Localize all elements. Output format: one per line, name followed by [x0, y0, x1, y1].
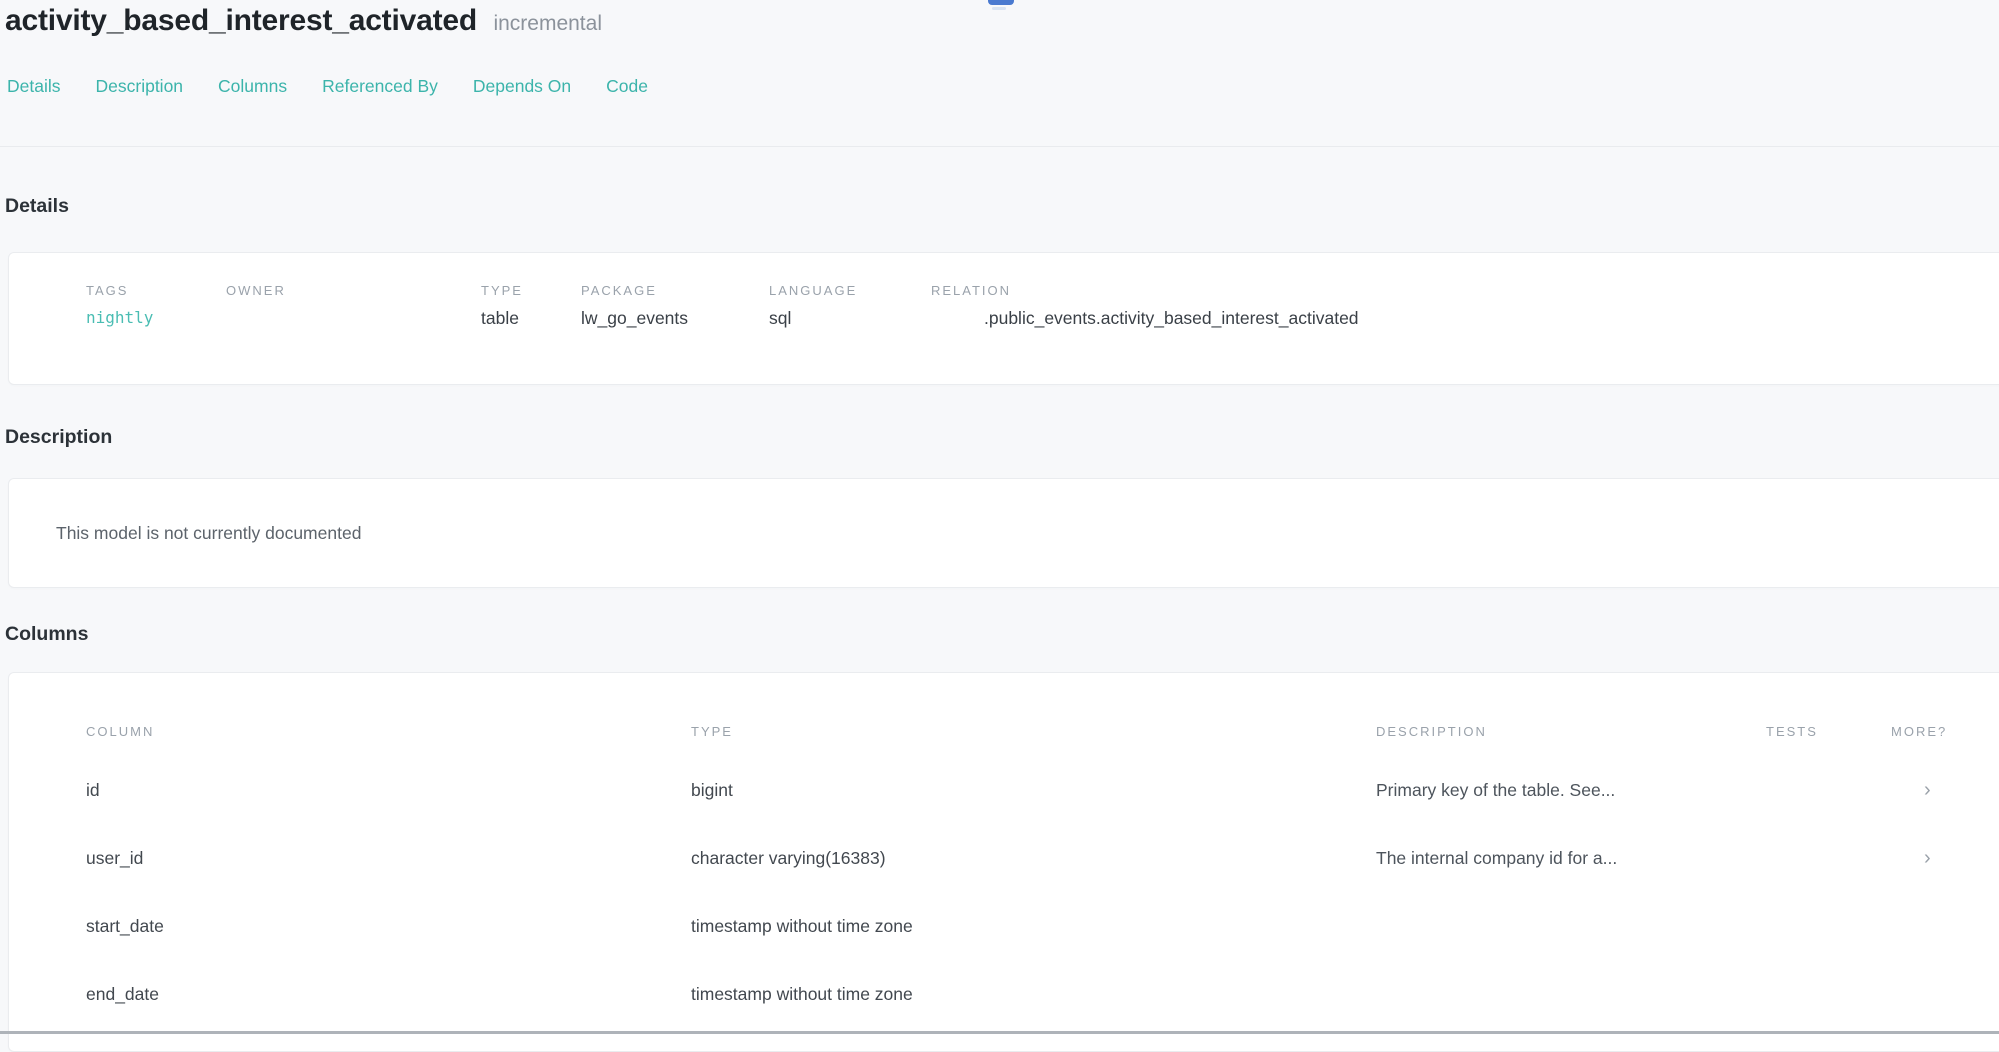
expand-row-chevron-icon[interactable]: › — [1891, 848, 1991, 868]
nav-item-code[interactable]: Code — [606, 76, 648, 97]
page-title: activity_based_interest_activated — [5, 4, 477, 37]
col-header-type: TYPE — [691, 724, 1376, 739]
cell-column-description: The internal company id for a... — [1376, 848, 1766, 869]
field-label-language: LANGUAGE — [769, 283, 931, 298]
description-text: This model is not currently documented — [9, 479, 1999, 544]
nav-item-depends-on[interactable]: Depends On — [473, 76, 571, 97]
cell-column-name: id — [86, 780, 691, 801]
field-language: LANGUAGE sql — [769, 283, 931, 329]
field-package: PACKAGE lw_go_events — [581, 283, 769, 329]
field-label-type: TYPE — [481, 283, 581, 298]
table-row[interactable]: end_date timestamp without time zone — [86, 960, 1999, 1028]
field-value-package: lw_go_events — [581, 308, 769, 329]
table-row[interactable]: user_id character varying(16383) The int… — [86, 824, 1999, 892]
field-value-type: table — [481, 308, 581, 329]
table-row[interactable]: start_date timestamp without time zone — [86, 892, 1999, 960]
columns-card: COLUMN TYPE DESCRIPTION TESTS MORE? id b… — [8, 672, 1999, 1052]
field-label-tags: TAGS — [86, 283, 226, 298]
header-divider — [0, 146, 1999, 147]
field-value-language: sql — [769, 308, 931, 329]
field-owner: OWNER — [226, 283, 481, 329]
cell-column-type: bigint — [691, 780, 1376, 801]
col-header-description: DESCRIPTION — [1376, 724, 1766, 739]
details-card: TAGS nightly OWNER TYPE table PACKAGE lw… — [8, 252, 1999, 385]
columns-section-heading: Columns — [5, 621, 88, 647]
columns-table: COLUMN TYPE DESCRIPTION TESTS MORE? id b… — [9, 673, 1999, 1028]
cell-column-description: Primary key of the table. See... — [1376, 780, 1766, 801]
cell-column-name: user_id — [86, 848, 691, 869]
details-fields: TAGS nightly OWNER TYPE table PACKAGE lw… — [9, 253, 1999, 329]
columns-table-header: COLUMN TYPE DESCRIPTION TESTS MORE? — [86, 724, 1999, 740]
tag-nightly[interactable]: nightly — [86, 308, 226, 327]
materialization-badge: incremental — [493, 12, 602, 35]
col-header-tests: TESTS — [1766, 724, 1891, 739]
description-section-heading: Description — [5, 424, 112, 450]
nav-item-description[interactable]: Description — [96, 76, 184, 97]
cell-column-name: end_date — [86, 984, 691, 1005]
section-nav: Details Description Columns Referenced B… — [7, 76, 648, 97]
field-label-owner: OWNER — [226, 283, 481, 298]
cell-column-type: timestamp without time zone — [691, 984, 1376, 1005]
field-tags: TAGS nightly — [86, 283, 226, 329]
cut-off-top-button-shadow — [992, 7, 1006, 10]
cut-off-top-button[interactable] — [988, 0, 1014, 5]
field-type: TYPE table — [481, 283, 581, 329]
field-relation: RELATION .public_events.activity_based_i… — [931, 283, 1999, 329]
col-header-column: COLUMN — [86, 724, 691, 739]
nav-item-details[interactable]: Details — [7, 76, 61, 97]
description-card: This model is not currently documented — [8, 478, 1999, 588]
field-label-relation: RELATION — [931, 283, 1999, 298]
model-header: activity_based_interest_activated increm… — [5, 4, 602, 38]
nav-item-columns[interactable]: Columns — [218, 76, 287, 97]
expand-row-chevron-icon[interactable]: › — [1891, 780, 1991, 800]
table-row[interactable]: id bigint Primary key of the table. See.… — [86, 756, 1999, 824]
col-header-more: MORE? — [1891, 724, 1991, 739]
field-label-package: PACKAGE — [581, 283, 769, 298]
details-section-heading: Details — [5, 193, 69, 219]
cell-column-type: timestamp without time zone — [691, 916, 1376, 937]
nav-item-referenced-by[interactable]: Referenced By — [322, 76, 438, 97]
cell-column-name: start_date — [86, 916, 691, 937]
field-value-relation: .public_events.activity_based_interest_a… — [931, 308, 1999, 329]
cell-column-type: character varying(16383) — [691, 848, 1376, 869]
